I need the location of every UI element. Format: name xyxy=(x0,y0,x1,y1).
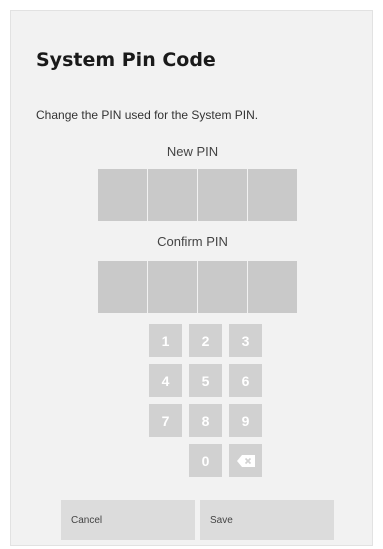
new-pin-fields[interactable] xyxy=(98,169,298,221)
dialog-description: Change the PIN used for the System PIN. xyxy=(36,108,259,122)
key-8[interactable]: 8 xyxy=(189,404,222,437)
confirm-pin-digit-3[interactable] xyxy=(198,261,247,313)
key-4[interactable]: 4 xyxy=(149,364,182,397)
backspace-icon xyxy=(236,454,255,467)
key-0[interactable]: 0 xyxy=(189,444,222,477)
confirm-pin-label: Confirm PIN xyxy=(157,234,228,249)
dialog-title: System Pin Code xyxy=(36,49,216,71)
key-5[interactable]: 5 xyxy=(189,364,222,397)
new-pin-digit-3[interactable] xyxy=(198,169,247,221)
confirm-pin-fields[interactable] xyxy=(98,261,298,313)
new-pin-digit-1[interactable] xyxy=(98,169,147,221)
backspace-button[interactable] xyxy=(229,444,262,477)
confirm-pin-digit-2[interactable] xyxy=(148,261,197,313)
save-button[interactable]: Save xyxy=(200,500,334,540)
new-pin-digit-4[interactable] xyxy=(248,169,297,221)
confirm-pin-digit-1[interactable] xyxy=(98,261,147,313)
new-pin-digit-2[interactable] xyxy=(148,169,197,221)
dialog-footer: Cancel Save xyxy=(61,500,334,540)
key-3[interactable]: 3 xyxy=(229,324,262,357)
key-1[interactable]: 1 xyxy=(149,324,182,357)
key-7[interactable]: 7 xyxy=(149,404,182,437)
system-pin-dialog: System Pin Code Change the PIN used for … xyxy=(10,10,373,546)
key-2[interactable]: 2 xyxy=(189,324,222,357)
key-9[interactable]: 9 xyxy=(229,404,262,437)
key-6[interactable]: 6 xyxy=(229,364,262,397)
confirm-pin-digit-4[interactable] xyxy=(248,261,297,313)
new-pin-label: New PIN xyxy=(166,144,219,159)
cancel-button[interactable]: Cancel xyxy=(61,500,195,540)
